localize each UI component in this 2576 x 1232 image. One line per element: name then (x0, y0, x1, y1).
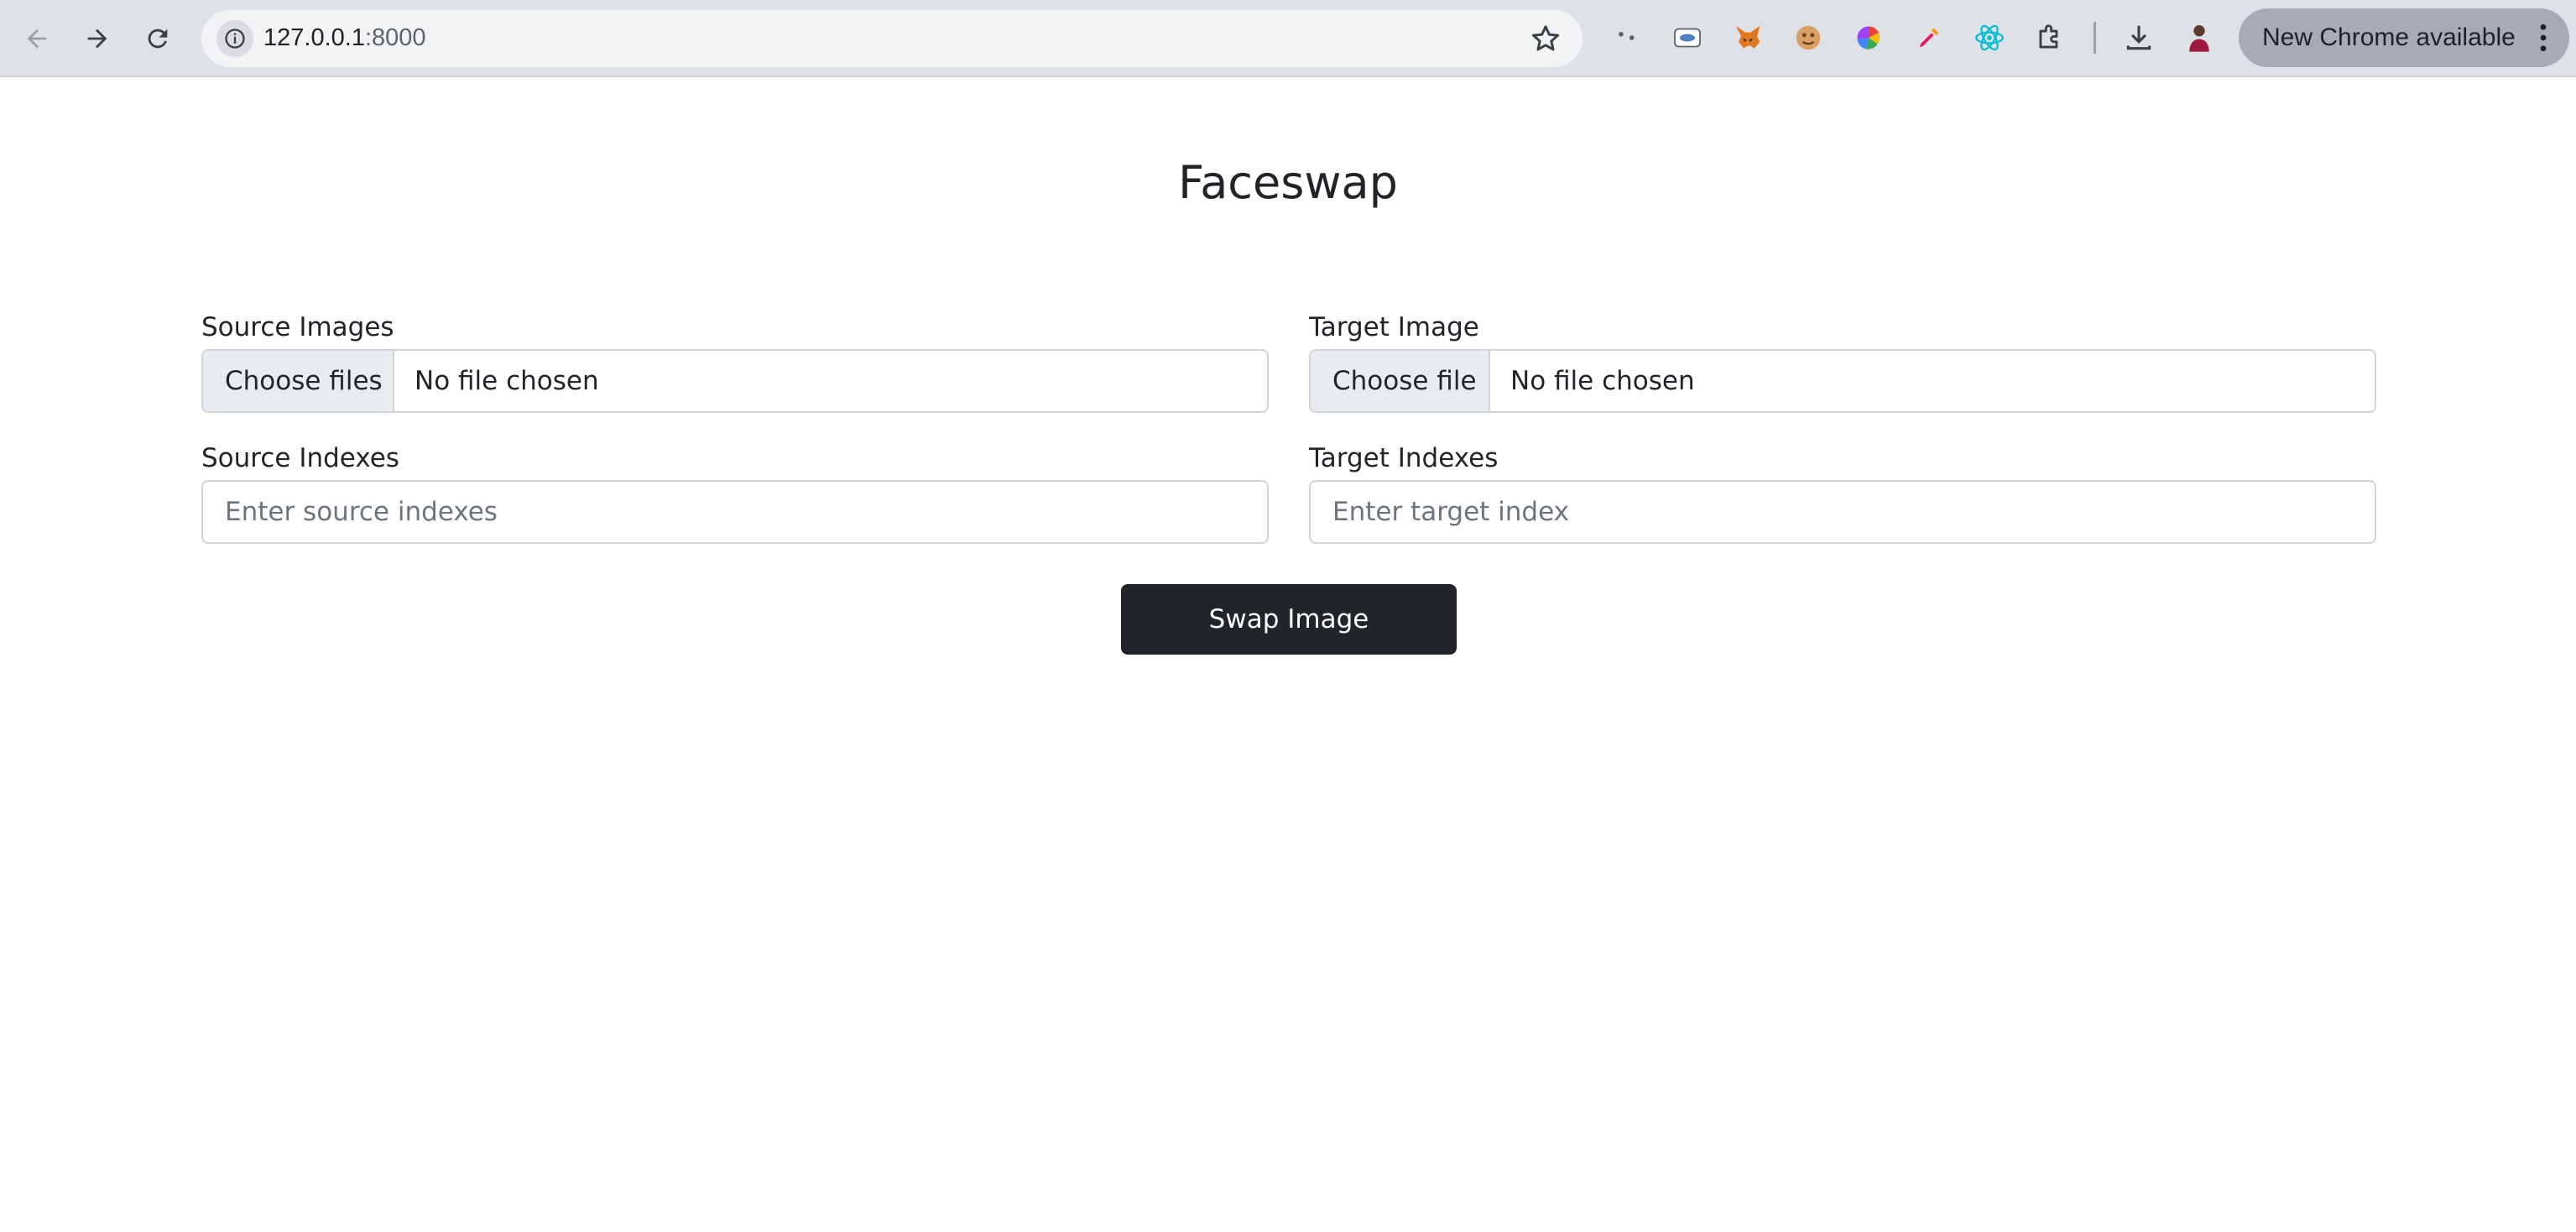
target-image-input[interactable]: Choose file No file chosen (1309, 349, 2376, 413)
back-button[interactable] (15, 17, 59, 60)
source-indexes-input[interactable] (201, 480, 1269, 544)
toolbar-separator (2094, 22, 2096, 54)
extension-rounded-icon[interactable] (1670, 20, 1705, 55)
reload-button[interactable] (136, 17, 180, 60)
source-file-status: No file chosen (415, 366, 599, 396)
new-chrome-available-button[interactable]: New Chrome available (2239, 8, 2569, 67)
source-images-group: Source Images Choose files No file chose… (201, 311, 1269, 413)
reload-icon (148, 29, 168, 49)
extensions-puzzle-icon[interactable] (2032, 20, 2068, 55)
site-info-icon (225, 29, 245, 49)
back-arrow-icon (27, 29, 47, 49)
url-text: 127.0.0.1:8000 (263, 24, 426, 52)
target-indexes-group: Target Indexes (1309, 441, 2376, 544)
source-indexes-label: Source Indexes (201, 443, 399, 473)
color-picker-icon[interactable] (1911, 20, 1947, 55)
url-host: 127.0.0.1 (263, 24, 365, 51)
target-image-group: Target Image Choose file No file chosen (1309, 311, 2376, 413)
url-port: :8000 (364, 24, 426, 51)
metamask-fox-icon[interactable] (1730, 20, 1765, 55)
target-file-status: No file chosen (1510, 366, 1695, 396)
swap-image-button[interactable]: Swap Image (1121, 584, 1457, 655)
react-devtools-icon[interactable] (1972, 20, 2007, 55)
extension-dots-icon[interactable] (1609, 20, 1645, 55)
forward-arrow-icon (87, 29, 107, 49)
kebab-menu-icon (2540, 23, 2547, 52)
source-images-input[interactable]: Choose files No file chosen (201, 349, 1269, 413)
source-indexes-group: Source Indexes (201, 441, 1269, 544)
bookmark-star-icon[interactable] (1529, 22, 1562, 55)
target-image-label: Target Image (1309, 312, 1479, 342)
extension-cookie-icon[interactable] (1791, 20, 1826, 55)
site-info-button[interactable] (216, 20, 253, 57)
update-label: New Chrome available (2262, 23, 2516, 51)
download-icon[interactable] (2121, 20, 2156, 55)
address-bar[interactable]: 127.0.0.1:8000 (201, 10, 1583, 67)
browser-toolbar: 127.0.0.1:8000 New Chrome available (0, 0, 2576, 77)
page-title: Faceswap (1178, 156, 1398, 209)
target-indexes-input[interactable] (1309, 480, 2376, 544)
target-indexes-label: Target Indexes (1309, 443, 1499, 473)
profile-avatar-icon[interactable] (2182, 20, 2217, 55)
choose-file-button[interactable]: Choose file (1311, 351, 1490, 411)
source-images-label: Source Images (201, 312, 394, 342)
forward-button[interactable] (76, 17, 119, 60)
choose-files-button[interactable]: Choose files (203, 351, 394, 411)
color-wheel-icon[interactable] (1851, 20, 1886, 55)
